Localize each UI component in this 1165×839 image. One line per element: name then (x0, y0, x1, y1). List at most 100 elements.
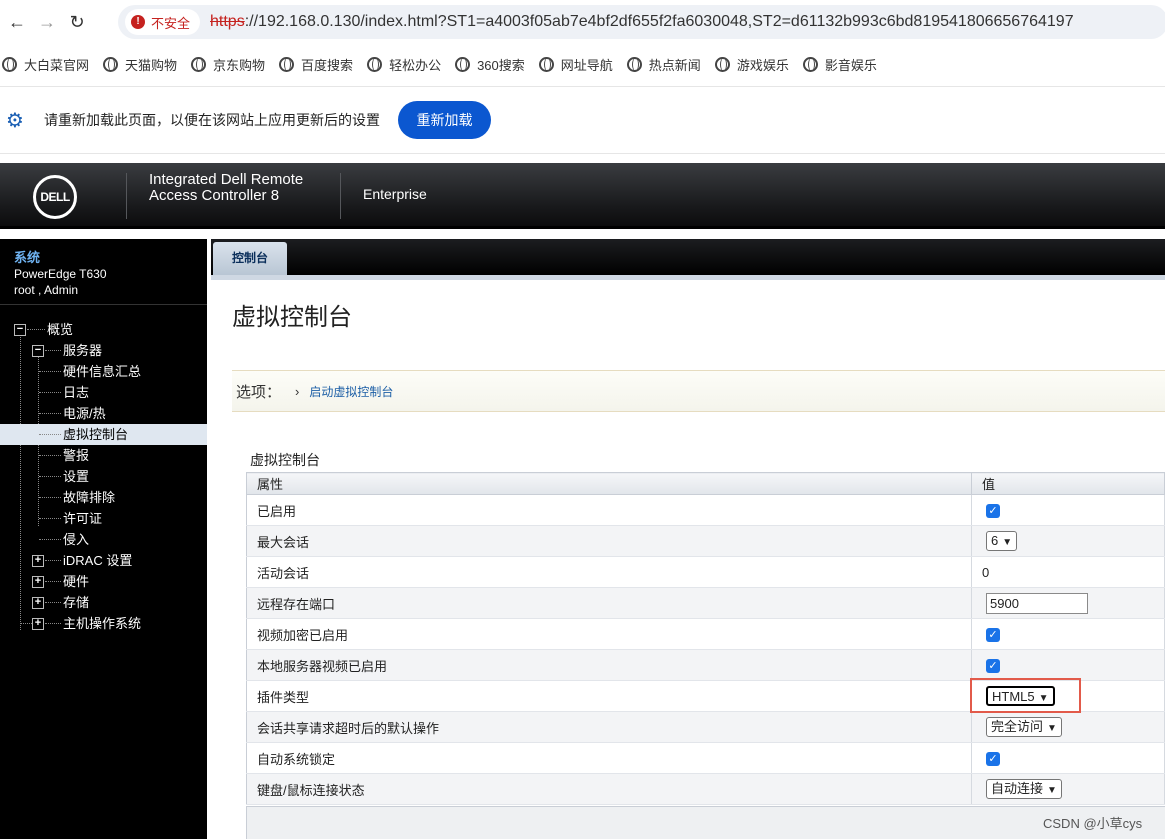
tree-item-storage[interactable]: + 存储 (0, 592, 207, 613)
local-video-checkbox[interactable]: ✓ (986, 658, 1000, 673)
highlight-box (970, 678, 1081, 713)
chevron-right-icon: › (295, 383, 300, 399)
property-label: 最大会话 (246, 525, 972, 557)
tree-item-host-os[interactable]: + 主机操作系统 (0, 613, 207, 634)
infobar-message: 请重新加载此页面，以便在该网站上应用更新后的设置 (44, 112, 380, 128)
idrac-header: DELL Integrated Dell Remote Access Contr… (0, 163, 1165, 229)
tree-item-hardware[interactable]: + 硬件 (0, 571, 207, 592)
tree-item-overview[interactable]: − 概览 (0, 319, 207, 340)
property-label: 远程存在端口 (246, 587, 972, 619)
nav-tree: − 概览 − 服务器 硬件信息汇总 日志 电源/热 虚拟控制台 警报 设置 故障… (0, 319, 207, 634)
globe-icon (714, 56, 730, 72)
enabled-checkbox[interactable]: ✓ (986, 503, 1000, 518)
tree-item-troubleshooting[interactable]: 故障排除 (0, 487, 207, 508)
active-sessions-value: 0 (971, 556, 1165, 588)
system-model: PowerEdge T630 (14, 267, 107, 281)
property-label: 视频加密已启用 (246, 618, 972, 650)
system-info: 系统 PowerEdge T630 root , Admin (0, 239, 207, 305)
gear-icon: ⚙ (6, 109, 24, 132)
warning-icon: ! (131, 15, 145, 29)
bookmark[interactable]: 大白菜官网 (0, 55, 89, 74)
reload-icon[interactable]: ↻ (62, 7, 92, 37)
property-label: 活动会话 (246, 556, 972, 588)
tree-item-licenses[interactable]: 许可证 (0, 508, 207, 529)
tree-item-alerts[interactable]: 警报 (0, 445, 207, 466)
bookmark[interactable]: 轻松办公 (367, 55, 441, 74)
browser-toolbar: ← → ↻ ! 不安全 https://192.168.0.130/index.… (0, 0, 1165, 44)
table-row: 键盘/鼠标连接状态 自动连接 ▼ (246, 773, 1165, 805)
table-row: 会话共享请求超时后的默认操作 完全访问 ▼ (246, 711, 1165, 743)
dell-logo: DELL (33, 175, 77, 219)
sidebar: 系统 PowerEdge T630 root , Admin − 概览 − 服务… (0, 239, 207, 839)
globe-icon (626, 56, 642, 72)
table-row: 视频加密已启用 ✓ (246, 618, 1165, 650)
table-row: 远程存在端口 5900 (246, 587, 1165, 619)
collapse-icon[interactable]: − (32, 345, 44, 357)
bookmark[interactable]: 天猫购物 (103, 55, 177, 74)
url-scheme: https (210, 13, 245, 30)
globe-icon (455, 56, 471, 72)
tree-item-idrac-settings[interactable]: + iDRAC 设置 (0, 550, 207, 571)
expand-icon[interactable]: + (32, 597, 44, 609)
bookmark[interactable]: 百度搜索 (279, 55, 353, 74)
bookmark[interactable]: 京东购物 (191, 55, 265, 74)
watermark: CSDN @小草cys (1043, 816, 1143, 831)
table-footer (246, 806, 1165, 839)
address-bar[interactable]: ! 不安全 https://192.168.0.130/index.html?S… (118, 5, 1165, 39)
bookmark[interactable]: 热点新闻 (626, 55, 701, 74)
globe-icon (538, 56, 554, 72)
globe-icon (279, 56, 295, 72)
tree-item-logs[interactable]: 日志 (0, 382, 207, 403)
tree-item-power-thermal[interactable]: 电源/热 (0, 403, 207, 424)
launch-virtual-console-link[interactable]: 启动虚拟控制台 (309, 383, 393, 400)
collapse-icon[interactable]: − (14, 324, 26, 336)
keyboard-mouse-state-select[interactable]: 自动连接 ▼ (986, 779, 1062, 799)
video-encryption-checkbox[interactable]: ✓ (986, 627, 1000, 642)
expand-icon[interactable]: + (32, 576, 44, 588)
globe-icon (802, 56, 818, 72)
reload-infobar: ⚙ 请重新加载此页面，以便在该网站上应用更新后的设置 重新加载 (0, 86, 1165, 154)
globe-icon (191, 56, 207, 72)
forward-arrow-icon[interactable]: → (32, 7, 62, 37)
bookmark[interactable]: 游戏娱乐 (714, 55, 789, 74)
share-timeout-action-select[interactable]: 完全访问 ▼ (986, 717, 1062, 737)
tree-item-intrusion[interactable]: 侵入 (0, 529, 207, 550)
product-name: Integrated Dell Remote Access Controller… (149, 171, 304, 204)
section-title: 虚拟控制台 (250, 452, 320, 468)
property-label: 键盘/鼠标连接状态 (246, 773, 972, 805)
tree-item-settings[interactable]: 设置 (0, 466, 207, 487)
globe-icon (103, 56, 119, 72)
system-user: root , Admin (14, 283, 79, 297)
reload-page-button[interactable]: 重新加载 (398, 101, 491, 139)
expand-icon[interactable]: + (32, 555, 44, 567)
expand-icon[interactable]: + (32, 618, 44, 630)
property-label: 插件类型 (246, 680, 972, 712)
tab-console[interactable]: 控制台 (213, 242, 287, 275)
globe-icon (2, 56, 17, 72)
property-label: 已启用 (246, 494, 972, 526)
chevron-down-icon: ▼ (1047, 785, 1057, 796)
options-label: 选项： (236, 383, 282, 401)
property-label: 本地服务器视频已启用 (246, 649, 972, 681)
property-label: 会话共享请求超时后的默认操作 (246, 711, 972, 743)
property-label: 自动系统锁定 (246, 742, 972, 774)
security-indicator[interactable]: ! 不安全 (125, 9, 201, 35)
options-bar: 选项： › 启动虚拟控制台 (232, 370, 1165, 412)
bookmark[interactable]: 网址导航 (538, 55, 613, 74)
back-arrow-icon[interactable]: ← (2, 7, 32, 37)
edition-label: Enterprise (363, 186, 427, 202)
url-text[interactable]: https://192.168.0.130/index.html?ST1=a40… (210, 13, 1074, 31)
table-header-row: 属性 值 (246, 472, 1165, 495)
insecure-label: 不安全 (151, 15, 191, 31)
system-title[interactable]: 系统 (14, 247, 193, 266)
auto-lock-checkbox[interactable]: ✓ (986, 751, 1000, 766)
max-sessions-select[interactable]: 6 ▼ (986, 531, 1018, 551)
chevron-down-icon: ▼ (1002, 537, 1013, 548)
remote-port-input[interactable]: 5900 (986, 592, 1088, 614)
tree-item-hardware-summary[interactable]: 硬件信息汇总 (0, 361, 207, 382)
bookmark[interactable]: 360搜索 (455, 55, 525, 74)
bookmark[interactable]: 影音娱乐 (802, 55, 877, 74)
table-row: 本地服务器视频已启用 ✓ (246, 649, 1165, 681)
tree-item-virtual-console[interactable]: 虚拟控制台 (0, 424, 207, 445)
tree-item-server[interactable]: − 服务器 (0, 340, 207, 361)
